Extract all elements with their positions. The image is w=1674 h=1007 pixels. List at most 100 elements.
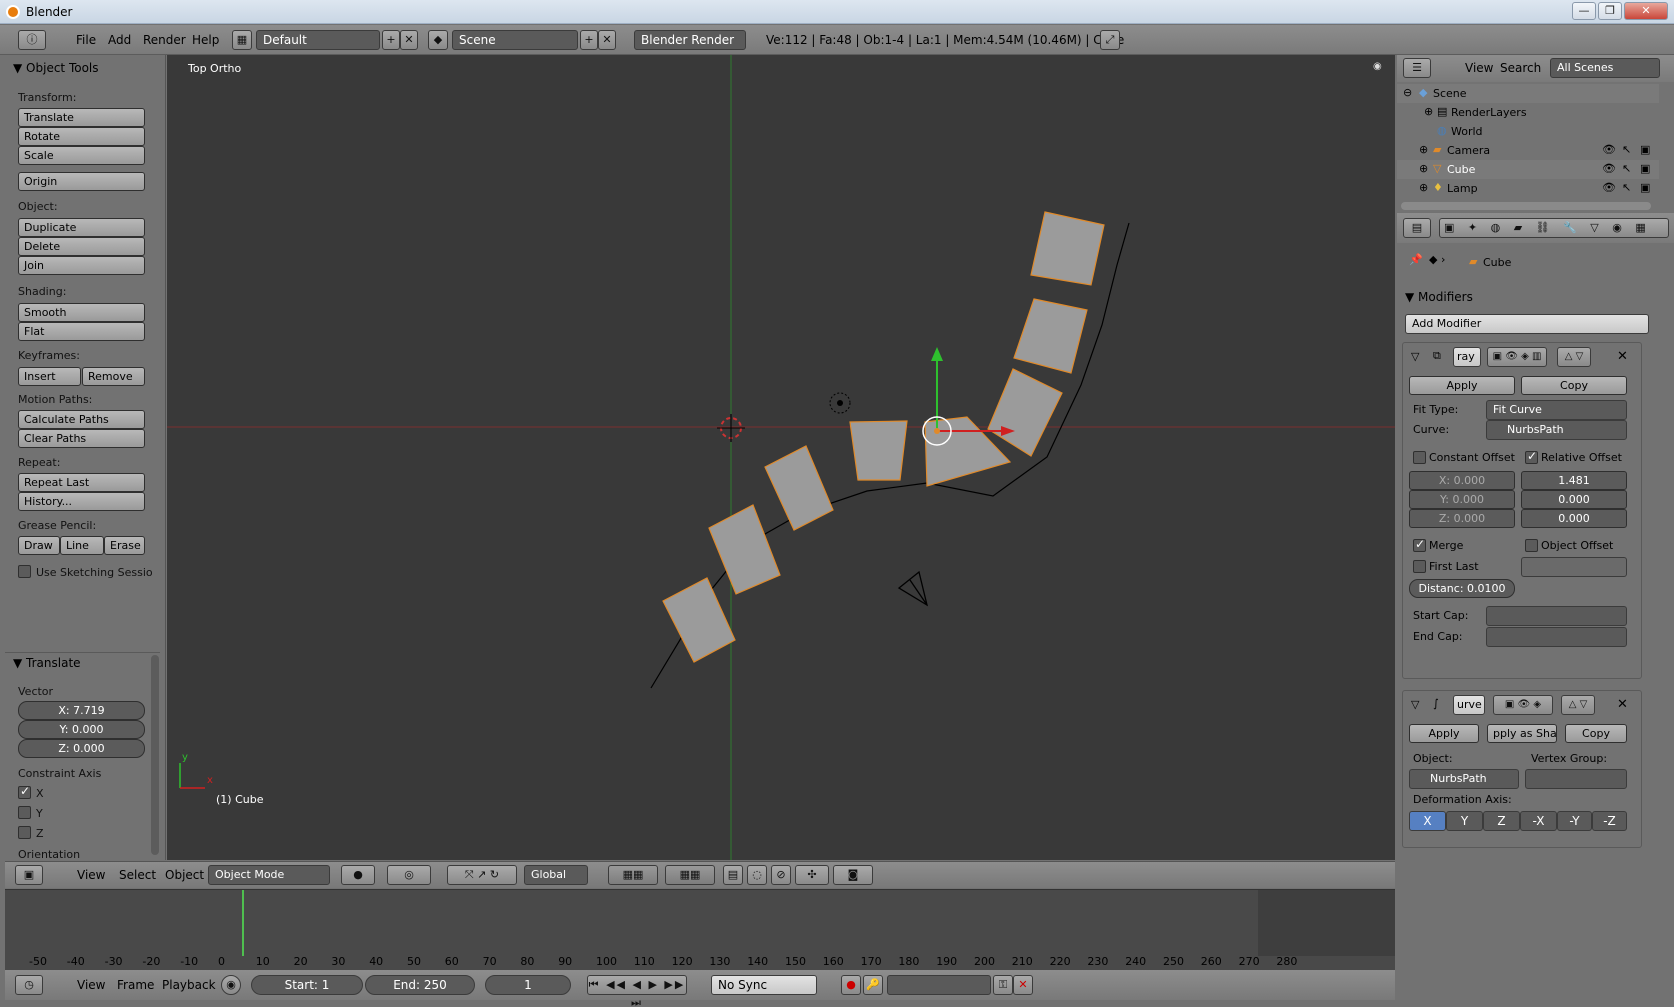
scene-field[interactable]: Scene xyxy=(452,30,578,50)
delete-button[interactable]: Delete xyxy=(18,237,145,256)
vector-y-field[interactable]: Y: 0.000 xyxy=(18,720,145,739)
outliner-item-cube[interactable]: ⊕ ▽ Cube 👁 ↖ ▣ xyxy=(1397,160,1659,179)
render-camera-icon[interactable]: ▣ xyxy=(1640,143,1650,156)
record-icon[interactable]: ● xyxy=(841,975,861,995)
relative-y-field[interactable]: 0.000 xyxy=(1521,490,1627,509)
scale-button[interactable]: Scale xyxy=(18,146,145,165)
outliner-menu-view[interactable]: View xyxy=(1465,61,1493,75)
render-camera-icon[interactable]: ▣ xyxy=(1640,162,1650,175)
merge-checkbox[interactable] xyxy=(1413,537,1426,552)
menu-select[interactable]: Select xyxy=(119,868,156,882)
grease-draw-button[interactable]: Draw xyxy=(18,536,60,555)
end-cap-field[interactable] xyxy=(1486,627,1627,647)
mode-select[interactable]: Object Mode xyxy=(208,865,330,885)
array-name-field[interactable]: ray xyxy=(1453,347,1481,367)
properties-context-tabs[interactable]: ▣ ✦ ◍ ▰ ⛓ 🔧 ▽ ◉ ▦ xyxy=(1439,218,1669,238)
screen-layout-icon[interactable]: ▦ xyxy=(232,30,252,50)
constraint-y-checkbox[interactable] xyxy=(18,806,31,819)
fullscreen-icon[interactable]: ⤢ xyxy=(1100,30,1120,50)
menu-playback[interactable]: Playback xyxy=(162,978,216,992)
outliner-item-camera[interactable]: ⊕ ▰ Camera 👁 ↖ ▣ xyxy=(1397,141,1659,160)
keying-set-field[interactable] xyxy=(887,975,991,995)
clear-paths-button[interactable]: Clear Paths xyxy=(18,429,145,448)
deform-axis-neg-y[interactable]: -Y xyxy=(1557,811,1592,831)
flat-button[interactable]: Flat xyxy=(18,322,145,341)
curve-apply-button[interactable]: Apply xyxy=(1409,724,1479,743)
repeat-last-button[interactable]: Repeat Last xyxy=(18,473,145,492)
snap-element-icon[interactable]: ✣ xyxy=(795,865,829,885)
grease-line-button[interactable]: Line xyxy=(60,536,104,555)
current-frame-marker[interactable] xyxy=(242,890,244,956)
relative-x-field[interactable]: 1.481 xyxy=(1521,471,1627,490)
outliner-item-scene[interactable]: ⊖ ◆ Scene xyxy=(1397,84,1659,103)
menu-frame[interactable]: Frame xyxy=(117,978,154,992)
editor-type-outliner-icon[interactable]: ☰ xyxy=(1403,58,1431,78)
collapse-icon[interactable]: ▽ xyxy=(1411,698,1419,711)
array-move-updown-icons[interactable]: △ ▽ xyxy=(1557,347,1591,367)
layers-block-2-icon[interactable]: ▦▦ xyxy=(665,865,715,885)
curve-copy-button[interactable]: Copy xyxy=(1565,724,1627,743)
object-tools-header[interactable]: ▼ Object Tools xyxy=(13,61,99,75)
editor-type-properties-icon[interactable]: ▤ xyxy=(1403,218,1431,238)
expand-icon[interactable]: ⊕ xyxy=(1424,105,1433,118)
expand-icon[interactable]: ⊕ xyxy=(1419,162,1428,175)
editor-type-timeline-icon[interactable]: ◷ xyxy=(15,975,43,995)
array-remove-icon[interactable]: ✕ xyxy=(1617,349,1628,364)
outliner-item-renderlayers[interactable]: ⊕ ▤ RenderLayers xyxy=(1397,103,1659,122)
lock-camera-icon[interactable]: ▤ xyxy=(723,865,743,885)
remove-scene-icon[interactable]: ✕ xyxy=(598,30,616,50)
translate-button[interactable]: Translate xyxy=(18,108,145,127)
start-cap-field[interactable] xyxy=(1486,606,1627,626)
outliner-item-world[interactable]: ◍ World xyxy=(1397,122,1659,141)
keying-set-icon[interactable]: 🔑 xyxy=(863,975,883,995)
collapse-icon[interactable]: ▽ xyxy=(1411,350,1419,363)
rotate-button[interactable]: Rotate xyxy=(18,127,145,146)
curve-field[interactable]: NurbsPath xyxy=(1486,420,1627,440)
vertex-group-field[interactable] xyxy=(1525,769,1627,789)
3d-viewport[interactable]: Top Ortho ◉ y x (1) Cube xyxy=(167,55,1395,860)
insert-keyframe-icon[interactable]: ⚿ xyxy=(993,975,1013,995)
snap-toggle-icon[interactable]: ⊘ xyxy=(771,865,791,885)
object-offset-checkbox[interactable] xyxy=(1525,539,1538,552)
history-button[interactable]: History... xyxy=(18,492,145,511)
array-copy-button[interactable]: Copy xyxy=(1521,376,1627,395)
menu-view[interactable]: View xyxy=(77,868,105,882)
deform-axis-z[interactable]: Z xyxy=(1483,811,1520,831)
editor-type-3d-icon[interactable]: ▣ xyxy=(15,865,43,885)
playback-controls[interactable]: ⏮ ◀◀ ◀ ▶ ▶▶ ⏭ xyxy=(587,975,687,1007)
expand-icon[interactable]: ⊕ xyxy=(1419,181,1428,194)
scene-icon[interactable]: ◆ xyxy=(428,30,448,50)
constraint-z-checkbox[interactable] xyxy=(18,826,31,839)
apply-as-shape-button[interactable]: pply as Shap xyxy=(1487,724,1557,743)
origin-button[interactable]: Origin xyxy=(18,172,145,191)
curve-mod-name-field[interactable]: urve xyxy=(1453,695,1485,715)
constant-offset-checkbox[interactable] xyxy=(1413,451,1426,464)
constraint-x-checkbox[interactable] xyxy=(18,784,31,799)
editor-type-info-icon[interactable]: ⓘ xyxy=(18,30,46,50)
delete-keyframe-icon[interactable]: ✕ xyxy=(1013,975,1033,995)
select-arrow-icon[interactable]: ↖ xyxy=(1622,162,1631,175)
calculate-paths-button[interactable]: Calculate Paths xyxy=(18,410,145,429)
deform-axis-y[interactable]: Y xyxy=(1446,811,1483,831)
remove-keyframe-button[interactable]: Remove xyxy=(82,367,145,386)
maximize-button[interactable]: ❐ xyxy=(1598,2,1622,20)
outliner-item-lamp[interactable]: ⊕ ♦ Lamp 👁 ↖ ▣ xyxy=(1397,179,1659,198)
render-preview-icon[interactable]: ◙ xyxy=(833,865,873,885)
constant-z-field[interactable]: Z: 0.000 xyxy=(1409,509,1515,528)
current-frame-field[interactable]: 1 xyxy=(485,975,571,995)
curve-remove-icon[interactable]: ✕ xyxy=(1617,697,1628,712)
viewport-shading-icon[interactable]: ● xyxy=(341,865,375,885)
curve-move-updown-icons[interactable]: △ ▽ xyxy=(1561,695,1595,715)
visibility-eye-icon[interactable]: 👁 xyxy=(1602,181,1616,194)
insert-keyframe-button[interactable]: Insert xyxy=(18,367,81,386)
curve-visibility-toggles[interactable]: ▣ 👁 ◈ xyxy=(1493,695,1553,715)
toolshelf-scrollbar[interactable] xyxy=(151,655,159,855)
pivot-point-icon[interactable]: ◎ xyxy=(387,865,431,885)
smooth-button[interactable]: Smooth xyxy=(18,303,145,322)
remove-layout-icon[interactable]: ✕ xyxy=(400,30,418,50)
outliner-menu-search[interactable]: Search xyxy=(1500,61,1541,75)
visibility-eye-icon[interactable]: 👁 xyxy=(1602,143,1616,156)
proportional-edit-icon[interactable]: ◌ xyxy=(747,865,767,885)
relative-z-field[interactable]: 0.000 xyxy=(1521,509,1627,528)
sync-mode-select[interactable]: No Sync xyxy=(711,975,817,995)
